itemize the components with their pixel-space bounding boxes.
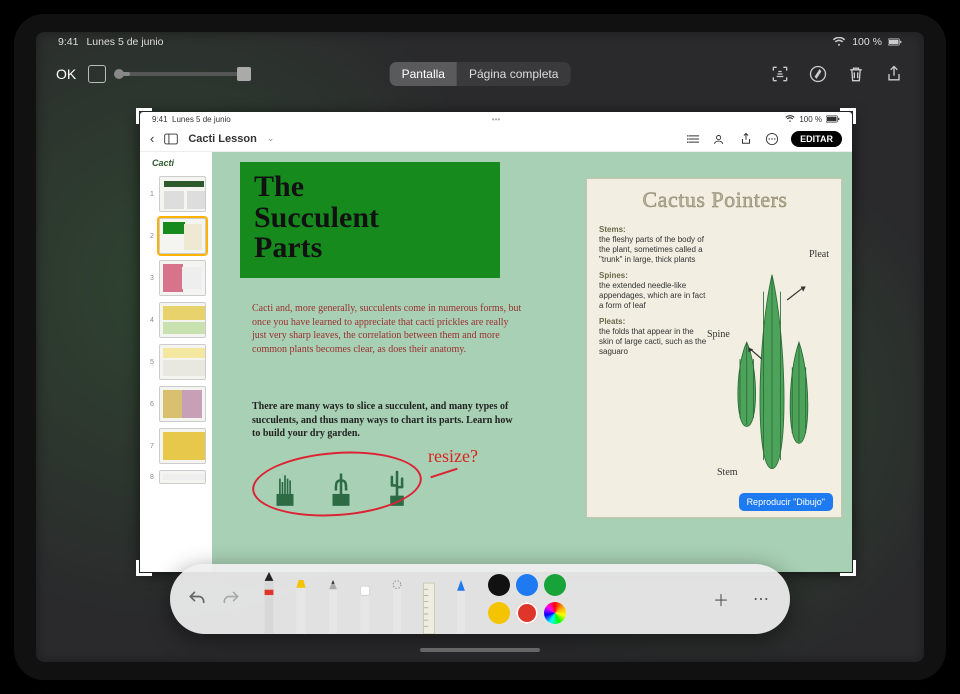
color-swatches — [488, 574, 574, 624]
inner-status-date: Lunes 5 de junio — [172, 115, 231, 124]
page-thumbnail[interactable] — [159, 428, 206, 464]
outline-icon[interactable] — [687, 132, 701, 146]
inner-status-battery: 100 % — [799, 115, 822, 124]
def-heading: Pleats: — [599, 317, 707, 327]
outer-status-battery: 100 % — [852, 36, 882, 48]
annotation-dash — [430, 468, 457, 479]
inner-status-bar: 9:41 Lunes 5 de junio ••• 100 % — [140, 112, 852, 126]
share-icon[interactable] — [884, 64, 904, 84]
page-thumbnail[interactable] — [159, 260, 206, 296]
page-title-block: The Succulent Parts — [240, 162, 500, 278]
def-text: the extended needle-like appendages, whi… — [599, 281, 705, 310]
inner-share-icon[interactable] — [739, 132, 753, 146]
def-text: the fleshy parts of the body of the plan… — [599, 235, 704, 264]
pointers-title: Cactus Pointers — [599, 189, 831, 211]
markup-toggle-icon[interactable] — [808, 64, 828, 84]
thumbnails-heading: Cacti — [150, 158, 206, 168]
edit-button[interactable]: EDITAR — [791, 131, 842, 147]
cactus-pointers-card: Cactus Pointers Stems: the fleshy parts … — [586, 178, 842, 518]
page-thumbnail[interactable] — [159, 176, 206, 212]
more-options-icon[interactable] — [765, 132, 779, 146]
pencil-tool[interactable] — [322, 580, 344, 634]
undo-button[interactable] — [184, 586, 210, 612]
color-swatch[interactable] — [488, 574, 510, 596]
color-swatch-selected[interactable] — [516, 602, 538, 624]
outer-status-date: Lunes 5 de junio — [86, 36, 163, 48]
diagram-label: Pleat — [809, 249, 829, 260]
multitask-dots-icon[interactable]: ••• — [492, 115, 500, 124]
sidebar-toggle-icon[interactable] — [164, 132, 178, 146]
redo-button[interactable] — [218, 586, 244, 612]
diagram-label: Spine — [707, 329, 730, 340]
home-indicator[interactable] — [420, 648, 540, 652]
page-thumbnail[interactable] — [159, 386, 206, 422]
document-canvas[interactable]: The Succulent Parts Cacti and, more gene… — [212, 152, 852, 572]
intro-paragraph: Cacti and, more generally, succulents co… — [252, 302, 522, 356]
lasso-tool[interactable] — [386, 580, 408, 634]
def-heading: Stems: — [599, 225, 707, 235]
more-tools-button[interactable]: ⋯ — [746, 584, 776, 614]
ipad-screen: 9:41 Lunes 5 de junio 100 % OK Pantalla — [36, 32, 924, 662]
opacity-slider[interactable] — [118, 72, 248, 76]
text-recognition-icon[interactable] — [770, 64, 790, 84]
document-title-chevron-icon[interactable]: ⌄ — [267, 133, 275, 144]
color-swatch[interactable] — [544, 574, 566, 596]
annotation-circle — [250, 446, 424, 522]
title-line: The — [254, 170, 304, 203]
wifi-icon — [832, 37, 846, 47]
marker-tool[interactable] — [290, 580, 312, 634]
battery-icon — [888, 37, 902, 47]
collaborate-icon[interactable] — [713, 132, 727, 146]
play-drawing-button[interactable]: Reproducir "Dibujo" — [739, 493, 833, 511]
inner-app-toolbar: ‹ Cacti Lesson ⌄ EDITAR — [140, 126, 852, 152]
back-button[interactable]: ‹ — [150, 131, 154, 146]
screenshot-editor-toolbar: OK Pantalla Página completa — [36, 54, 924, 94]
trash-icon[interactable] — [846, 64, 866, 84]
page-thumbnail[interactable] — [159, 470, 206, 484]
title-line: Succulent — [254, 201, 379, 234]
pen-tool[interactable] — [258, 572, 280, 634]
inner-status-time: 9:41 — [152, 115, 168, 124]
capture-mode-segmented[interactable]: Pantalla Página completa — [390, 62, 571, 86]
color-swatch[interactable] — [488, 602, 510, 624]
page-thumbnail[interactable] — [159, 344, 206, 380]
ipad-device-frame: 9:41 Lunes 5 de junio 100 % OK Pantalla — [0, 0, 960, 694]
inner-app: 9:41 Lunes 5 de junio ••• 100 % ‹ Cacti … — [140, 112, 852, 572]
ruler-tool[interactable] — [418, 580, 440, 634]
def-heading: Spines: — [599, 271, 707, 281]
title-line: Parts — [254, 231, 322, 264]
body-paragraph: There are many ways to slice a succulent… — [252, 400, 522, 441]
markup-tool-tray: ＋ ⋯ — [170, 564, 790, 634]
page-thumbnail[interactable] — [159, 218, 206, 254]
done-button[interactable]: OK — [56, 66, 76, 82]
screenshot-preview[interactable]: 9:41 Lunes 5 de junio ••• 100 % ‹ Cacti … — [140, 112, 852, 572]
page-thumbnails-panel[interactable]: Cacti 1 2 3 4 5 6 7 8 — [140, 152, 212, 572]
inner-wifi-icon — [785, 115, 795, 123]
diagram-label: Stem — [717, 467, 738, 478]
page-thumbnail[interactable] — [159, 302, 206, 338]
pointers-definitions: Stems: the fleshy parts of the body of t… — [599, 219, 707, 502]
def-text: the folds that appear in the skin of lar… — [599, 327, 706, 356]
color-picker-icon[interactable] — [544, 602, 566, 624]
pen-tools — [258, 564, 472, 634]
crop-toggle-icon[interactable] — [88, 65, 106, 83]
inner-battery-icon — [826, 115, 840, 123]
seg-full-page[interactable]: Página completa — [457, 62, 570, 86]
outer-status-time: 9:41 — [58, 36, 78, 48]
eraser-tool[interactable] — [354, 580, 376, 634]
annotation-text: resize? — [428, 446, 478, 467]
add-tool-button[interactable]: ＋ — [706, 584, 736, 614]
outer-status-bar: 9:41 Lunes 5 de junio 100 % — [36, 32, 924, 52]
document-title[interactable]: Cacti Lesson — [188, 133, 256, 145]
fountain-pen-tool[interactable] — [450, 580, 472, 634]
seg-screen[interactable]: Pantalla — [390, 62, 457, 86]
cactus-illustration: Pleat Spine Stem — [713, 219, 831, 502]
color-swatch[interactable] — [516, 574, 538, 596]
